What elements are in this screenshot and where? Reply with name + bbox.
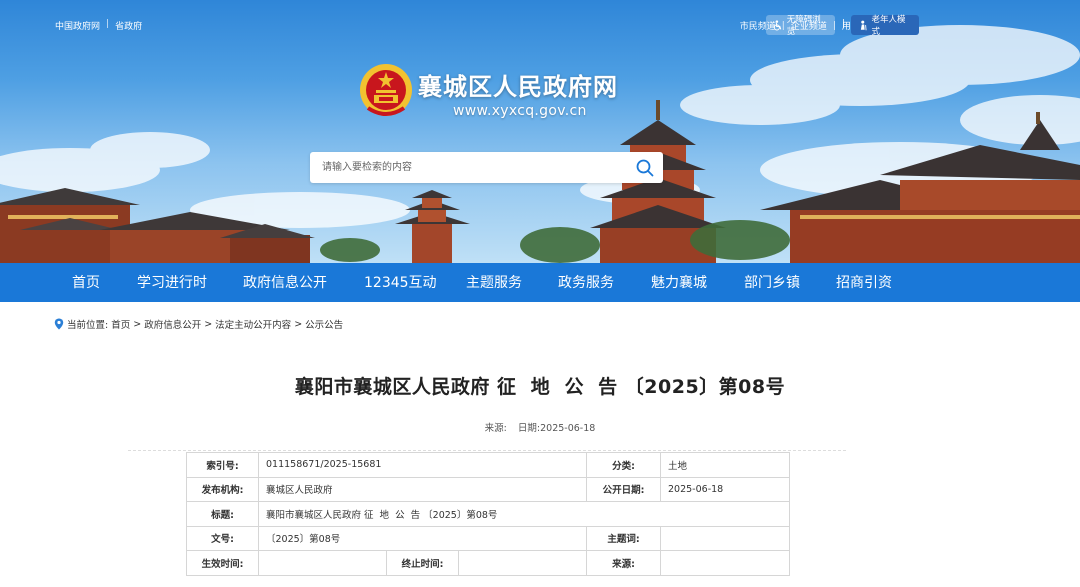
docno-value: 〔2025〕第08号 (258, 525, 587, 551)
top-left-links: 中国政府网 | 省政府 (55, 19, 142, 32)
end-value (459, 551, 586, 575)
table-row: 文号: 〔2025〕第08号 主题词: (186, 525, 790, 551)
link-central-gov[interactable]: 中国政府网 (55, 19, 100, 32)
title-label: 标题: (186, 501, 259, 527)
breadcrumb-gov-info[interactable]: 政府信息公开 (144, 317, 201, 331)
divider (128, 450, 846, 451)
table-row: 标题: 襄阳市襄城区人民政府 征 地 公 告 〔2025〕第08号 (186, 501, 790, 527)
subject-value (660, 525, 790, 551)
source-label: 来源: (586, 550, 661, 576)
category-value: 土地 (660, 452, 790, 478)
effective-value (258, 550, 387, 576)
docno-label: 文号: (186, 525, 259, 551)
nav-item-investment[interactable]: 招商引资 (836, 272, 892, 292)
breadcrumb-label: 当前位置: (67, 320, 109, 331)
index-label: 索引号: (186, 452, 259, 478)
breadcrumb-statutory-content[interactable]: 法定主动公开内容 (215, 317, 291, 331)
nav-item-topic-services[interactable]: 主题服务 (466, 272, 522, 292)
separator: | (842, 19, 846, 29)
publisher-value: 襄城区人民政府 (258, 476, 587, 502)
header-banner: 中国政府网 | 省政府 市民频道 | 企业频道 | 用户中心 | 繁體 | 无障… (0, 0, 1080, 263)
wheelchair-icon (773, 19, 782, 30)
search-input[interactable] (310, 152, 610, 183)
nav-item-gov-info[interactable]: 政府信息公开 (243, 272, 327, 292)
article-date: 2025-06-18 (540, 423, 596, 434)
accessible-mode-label: 无障碍浏览 (786, 15, 821, 37)
breadcrumb-home[interactable]: 首页 (111, 317, 130, 331)
breadcrumb-notices[interactable]: 公示公告 (305, 317, 343, 331)
location-pin-icon (54, 318, 64, 330)
document-info-table: 索引号: 011158671/2025-15681 分类: 土地 发布机构: 襄… (186, 452, 790, 576)
site-domain: www.xyxcq.gov.cn (453, 103, 587, 119)
subject-label: 主题词: (586, 525, 661, 551)
site-title: 襄城区人民政府网 (418, 73, 618, 101)
separator: | (106, 19, 110, 29)
breadcrumb-separator: > (204, 318, 213, 330)
effective-label: 生效时间: (186, 550, 259, 576)
nav-item-gov-services[interactable]: 政务服务 (558, 272, 614, 292)
search-icon[interactable] (635, 158, 655, 178)
top-utility-bar: 中国政府网 | 省政府 市民频道 | 企业频道 | 用户中心 | 繁體 | 无障… (0, 0, 1080, 48)
pubdate-value: 2025-06-18 (660, 476, 790, 502)
end-cell: 终止时间: (386, 550, 587, 576)
breadcrumb-separator: > (294, 318, 303, 330)
index-value: 011158671/2025-15681 (258, 452, 587, 478)
accessible-mode-button[interactable]: 无障碍浏览 (766, 15, 835, 37)
table-row: 发布机构: 襄城区人民政府 公开日期: 2025-06-18 (186, 476, 790, 502)
article-meta: 来源: 日期:2025-06-18 (0, 420, 1080, 434)
nav-item-study[interactable]: 学习进行时 (137, 272, 207, 292)
nav-item-home[interactable]: 首页 (72, 272, 100, 292)
breadcrumb-separator: > (133, 318, 142, 330)
end-label: 终止时间: (387, 551, 459, 575)
search-box (310, 152, 663, 183)
source-value (660, 550, 790, 576)
nav-item-charm-xiangcheng[interactable]: 魅力襄城 (651, 272, 707, 292)
senior-mode-label: 老年人模式 (871, 15, 906, 37)
publisher-label: 发布机构: (186, 476, 259, 502)
nav-item-12345[interactable]: 12345互动 (364, 272, 437, 292)
main-nav: 首页 学习进行时 政府信息公开 12345互动 主题服务 政务服务 魅力襄城 部… (0, 263, 1080, 302)
article-source-label: 来源: (484, 423, 507, 434)
link-provincial-gov[interactable]: 省政府 (115, 19, 142, 32)
senior-mode-button[interactable]: 老年人模式 (851, 15, 919, 37)
category-label: 分类: (586, 452, 661, 478)
table-row: 生效时间: 终止时间: 来源: (186, 550, 790, 576)
article-date-label: 日期: (517, 423, 541, 434)
article-title: 襄阳市襄城区人民政府 征 地 公 告 〔2025〕第08号 (294, 376, 786, 398)
table-row: 索引号: 011158671/2025-15681 分类: 土地 (186, 452, 790, 478)
title-value: 襄阳市襄城区人民政府 征 地 公 告 〔2025〕第08号 (258, 501, 790, 527)
elderly-person-icon (860, 20, 867, 30)
pubdate-label: 公开日期: (586, 476, 661, 502)
breadcrumb: 当前位置: 首页 > 政府信息公开 > 法定主动公开内容 > 公示公告 (54, 317, 343, 331)
nav-item-departments[interactable]: 部门乡镇 (744, 272, 800, 292)
national-emblem-logo (360, 64, 412, 116)
